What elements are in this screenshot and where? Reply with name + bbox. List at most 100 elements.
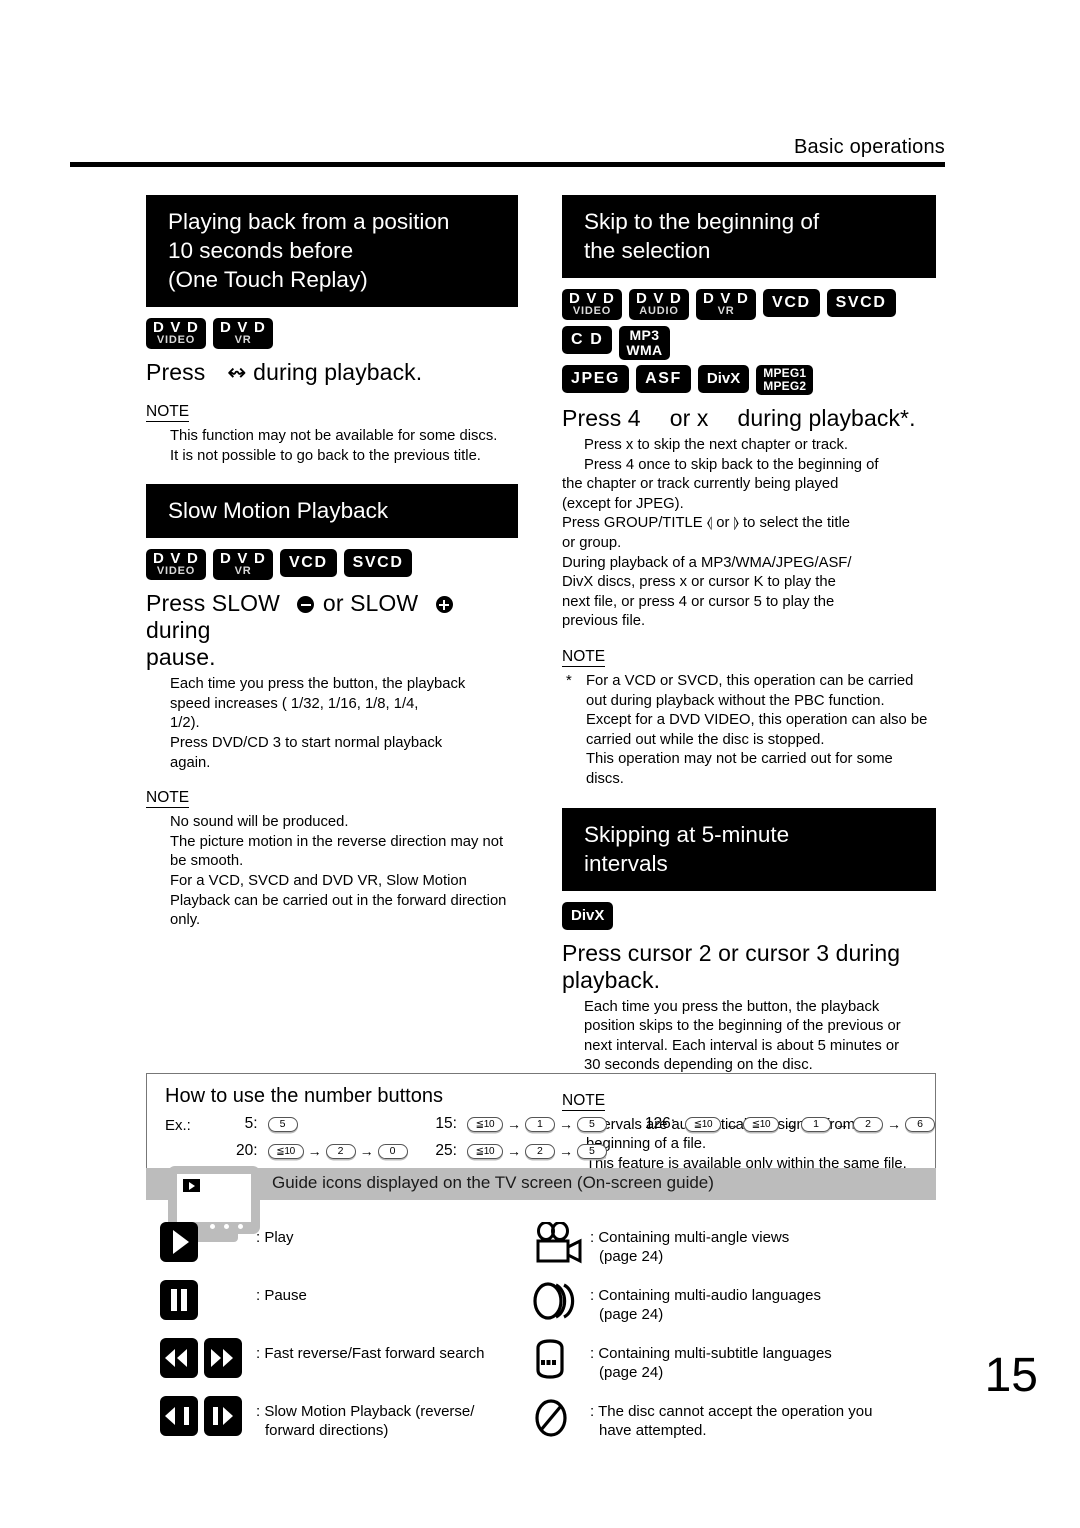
number-key-over10[interactable]: ≦10 — [685, 1116, 721, 1132]
badge-line2: AUDIO — [639, 305, 679, 317]
body-line: next file, or press 4 or cursor 5 to pla… — [562, 593, 835, 610]
guide-label-line2: have attempted. — [599, 1422, 707, 1439]
media-badge-row: D V D VIDEO D V D VR — [146, 318, 518, 349]
heading-line: Playing back from a position — [168, 209, 450, 234]
body-line: position skips to the beginning of the p… — [584, 1018, 901, 1035]
play-icon — [160, 1222, 198, 1262]
multi-audio-icon — [530, 1280, 590, 1326]
number-key[interactable]: 5 — [576, 1116, 607, 1132]
media-badge-mp3-wma: MP3 WMA — [619, 326, 670, 360]
media-badge-cd: C D — [562, 326, 613, 354]
example-row: 126: ≦10 → ≦10 → 1 → 2 → 6 — [629, 1113, 935, 1135]
media-badge-dvd-video: D V D VIDEO — [146, 549, 207, 581]
number-key[interactable]: 6 — [905, 1116, 935, 1132]
guide-row: : Play : Containing multi-angle views (p… — [160, 1221, 950, 1268]
badge-line1: ASF — [645, 370, 682, 387]
section-heading-one-touch-replay: Playing back from a position 10 seconds … — [146, 195, 518, 307]
guide-label-line: : Containing multi-subtitle languages — [590, 1345, 832, 1362]
badge-line2: VR — [717, 305, 735, 317]
slow-motion-forward-icon — [204, 1396, 242, 1436]
example-number: 20: — [236, 1142, 258, 1159]
body-line: DivX discs, press x or cursor K to play … — [562, 574, 836, 591]
media-badge-mpeg1-mpeg2: MPEG1 MPEG2 — [756, 365, 814, 395]
number-key-over10[interactable]: ≦10 — [466, 1143, 503, 1159]
guide-label: : Fast reverse/Fast forward search — [256, 1338, 484, 1363]
slow-plus-icon — [435, 596, 453, 614]
body-line: Press DVD/CD 3 to start normal playback — [170, 734, 443, 751]
note-line: For a VCD, SVCD and DVD VR, Slow Motion — [170, 872, 467, 889]
example-number: 25: — [435, 1142, 457, 1159]
right-column: Skip to the beginning of the selection D… — [562, 195, 936, 1194]
guide-row: : Pause : Containing multi-audio languag… — [160, 1280, 950, 1326]
guide-label-line: : Containing multi-angle views — [590, 1229, 790, 1246]
media-badge-row: D V D VIDEO D V D VR VCD SVCD — [146, 549, 518, 581]
arrow-icon: → — [506, 1116, 521, 1132]
note-line: be smooth. — [170, 853, 244, 870]
number-key-over10[interactable]: ≦10 — [466, 1116, 503, 1132]
badge-line1: D V D — [153, 319, 200, 336]
instruction-skip-5min: Press cursor 2 or cursor 3 during playba… — [562, 940, 936, 994]
number-buttons-title: How to use the number buttons — [165, 1085, 443, 1107]
slow-motion-reverse-icon — [160, 1396, 198, 1436]
body-line: (except for JPEG). — [562, 495, 684, 512]
body-line: the chapter or track currently being pla… — [562, 476, 839, 493]
on-screen-guide-title: Guide icons displayed on the TV screen (… — [272, 1173, 714, 1192]
body-line: or group. — [562, 534, 622, 551]
arrow-icon: → — [307, 1143, 322, 1159]
badge-line1: D V D — [569, 290, 616, 307]
guide-icons — [160, 1338, 256, 1378]
guide-cell-left: : Play — [160, 1222, 530, 1262]
media-badge-divx: DivX — [562, 901, 614, 930]
footnote-star: * — [566, 672, 572, 689]
media-badge-dvd-audio: D V D AUDIO — [629, 289, 690, 320]
note-line: For a VCD or SVCD, this operation can be… — [586, 672, 914, 689]
heading-line: the selection — [584, 238, 711, 263]
instruction-part: Press SLOW — [146, 590, 280, 617]
body-line: Press GROUP/TITLE ⦉ or ⦊ to select the t… — [562, 515, 850, 532]
guide-cell-left: : Fast reverse/Fast forward search — [160, 1338, 530, 1378]
number-key[interactable]: 2 — [524, 1143, 555, 1159]
guide-icons — [160, 1280, 256, 1320]
arrow-icon: → — [835, 1116, 849, 1132]
media-badge-asf: ASF — [636, 365, 691, 393]
number-buttons-examples: Ex.: 5: 5 20: ≦10 → 2 → 0 15: ≦10 → 1 → — [165, 1113, 935, 1162]
number-key[interactable]: 0 — [377, 1143, 408, 1159]
number-key-over10[interactable]: ≦10 — [743, 1116, 779, 1132]
instruction-part: or x — [669, 405, 709, 431]
media-badge-vcd: VCD — [280, 549, 337, 578]
badge-line1: D V D — [220, 550, 267, 568]
badge-line1: DivX — [706, 370, 741, 387]
section-heading-slow-motion: Slow Motion Playback — [146, 484, 518, 539]
number-key[interactable]: 5 — [267, 1116, 298, 1132]
arrow-icon: → — [558, 1116, 573, 1132]
guide-label: : Play — [256, 1222, 294, 1247]
body-line: next interval. Each interval is about 5 … — [584, 1037, 900, 1054]
example-group-2: 15: ≦10 → 1 → 5 25: ≦10 → 2 → 5 — [417, 1113, 629, 1162]
badge-line1: MPEG1 — [763, 366, 807, 380]
number-key-over10[interactable]: ≦10 — [267, 1143, 304, 1159]
badge-line1: SVCD — [835, 294, 887, 311]
number-key[interactable]: 5 — [576, 1143, 607, 1159]
badge-line2: VR — [234, 334, 252, 346]
media-badge-dvd-vr: D V D VR — [213, 549, 274, 581]
number-key[interactable]: 1 — [801, 1116, 831, 1132]
number-key[interactable]: 2 — [325, 1143, 356, 1159]
heading-line: Slow Motion Playback — [168, 498, 389, 524]
number-key[interactable]: 2 — [853, 1116, 883, 1132]
badge-line1: D V D — [703, 290, 750, 307]
on-screen-guide-band: Guide icons displayed on the TV screen (… — [146, 1168, 936, 1200]
example-number: 15: — [435, 1115, 457, 1132]
guide-label: : Pause — [256, 1280, 307, 1305]
instruction-suffix: during playback. — [253, 359, 423, 385]
number-key[interactable]: 1 — [524, 1116, 555, 1132]
example-row: 20: ≦10 → 2 → 0 — [218, 1140, 417, 1162]
example-row: 15: ≦10 → 1 → 5 — [417, 1113, 629, 1135]
body-line: 1/2). — [170, 715, 200, 732]
badge-line1: C D — [571, 331, 604, 348]
number-buttons-box: How to use the number buttons Ex.: 5: 5 … — [146, 1073, 936, 1173]
badge-line1: D V D — [636, 290, 683, 307]
instruction-part: Press 4 — [562, 405, 641, 431]
note-label: NOTE — [146, 789, 190, 809]
arrow-icon: → — [725, 1116, 739, 1132]
body-line: again. — [170, 754, 211, 771]
